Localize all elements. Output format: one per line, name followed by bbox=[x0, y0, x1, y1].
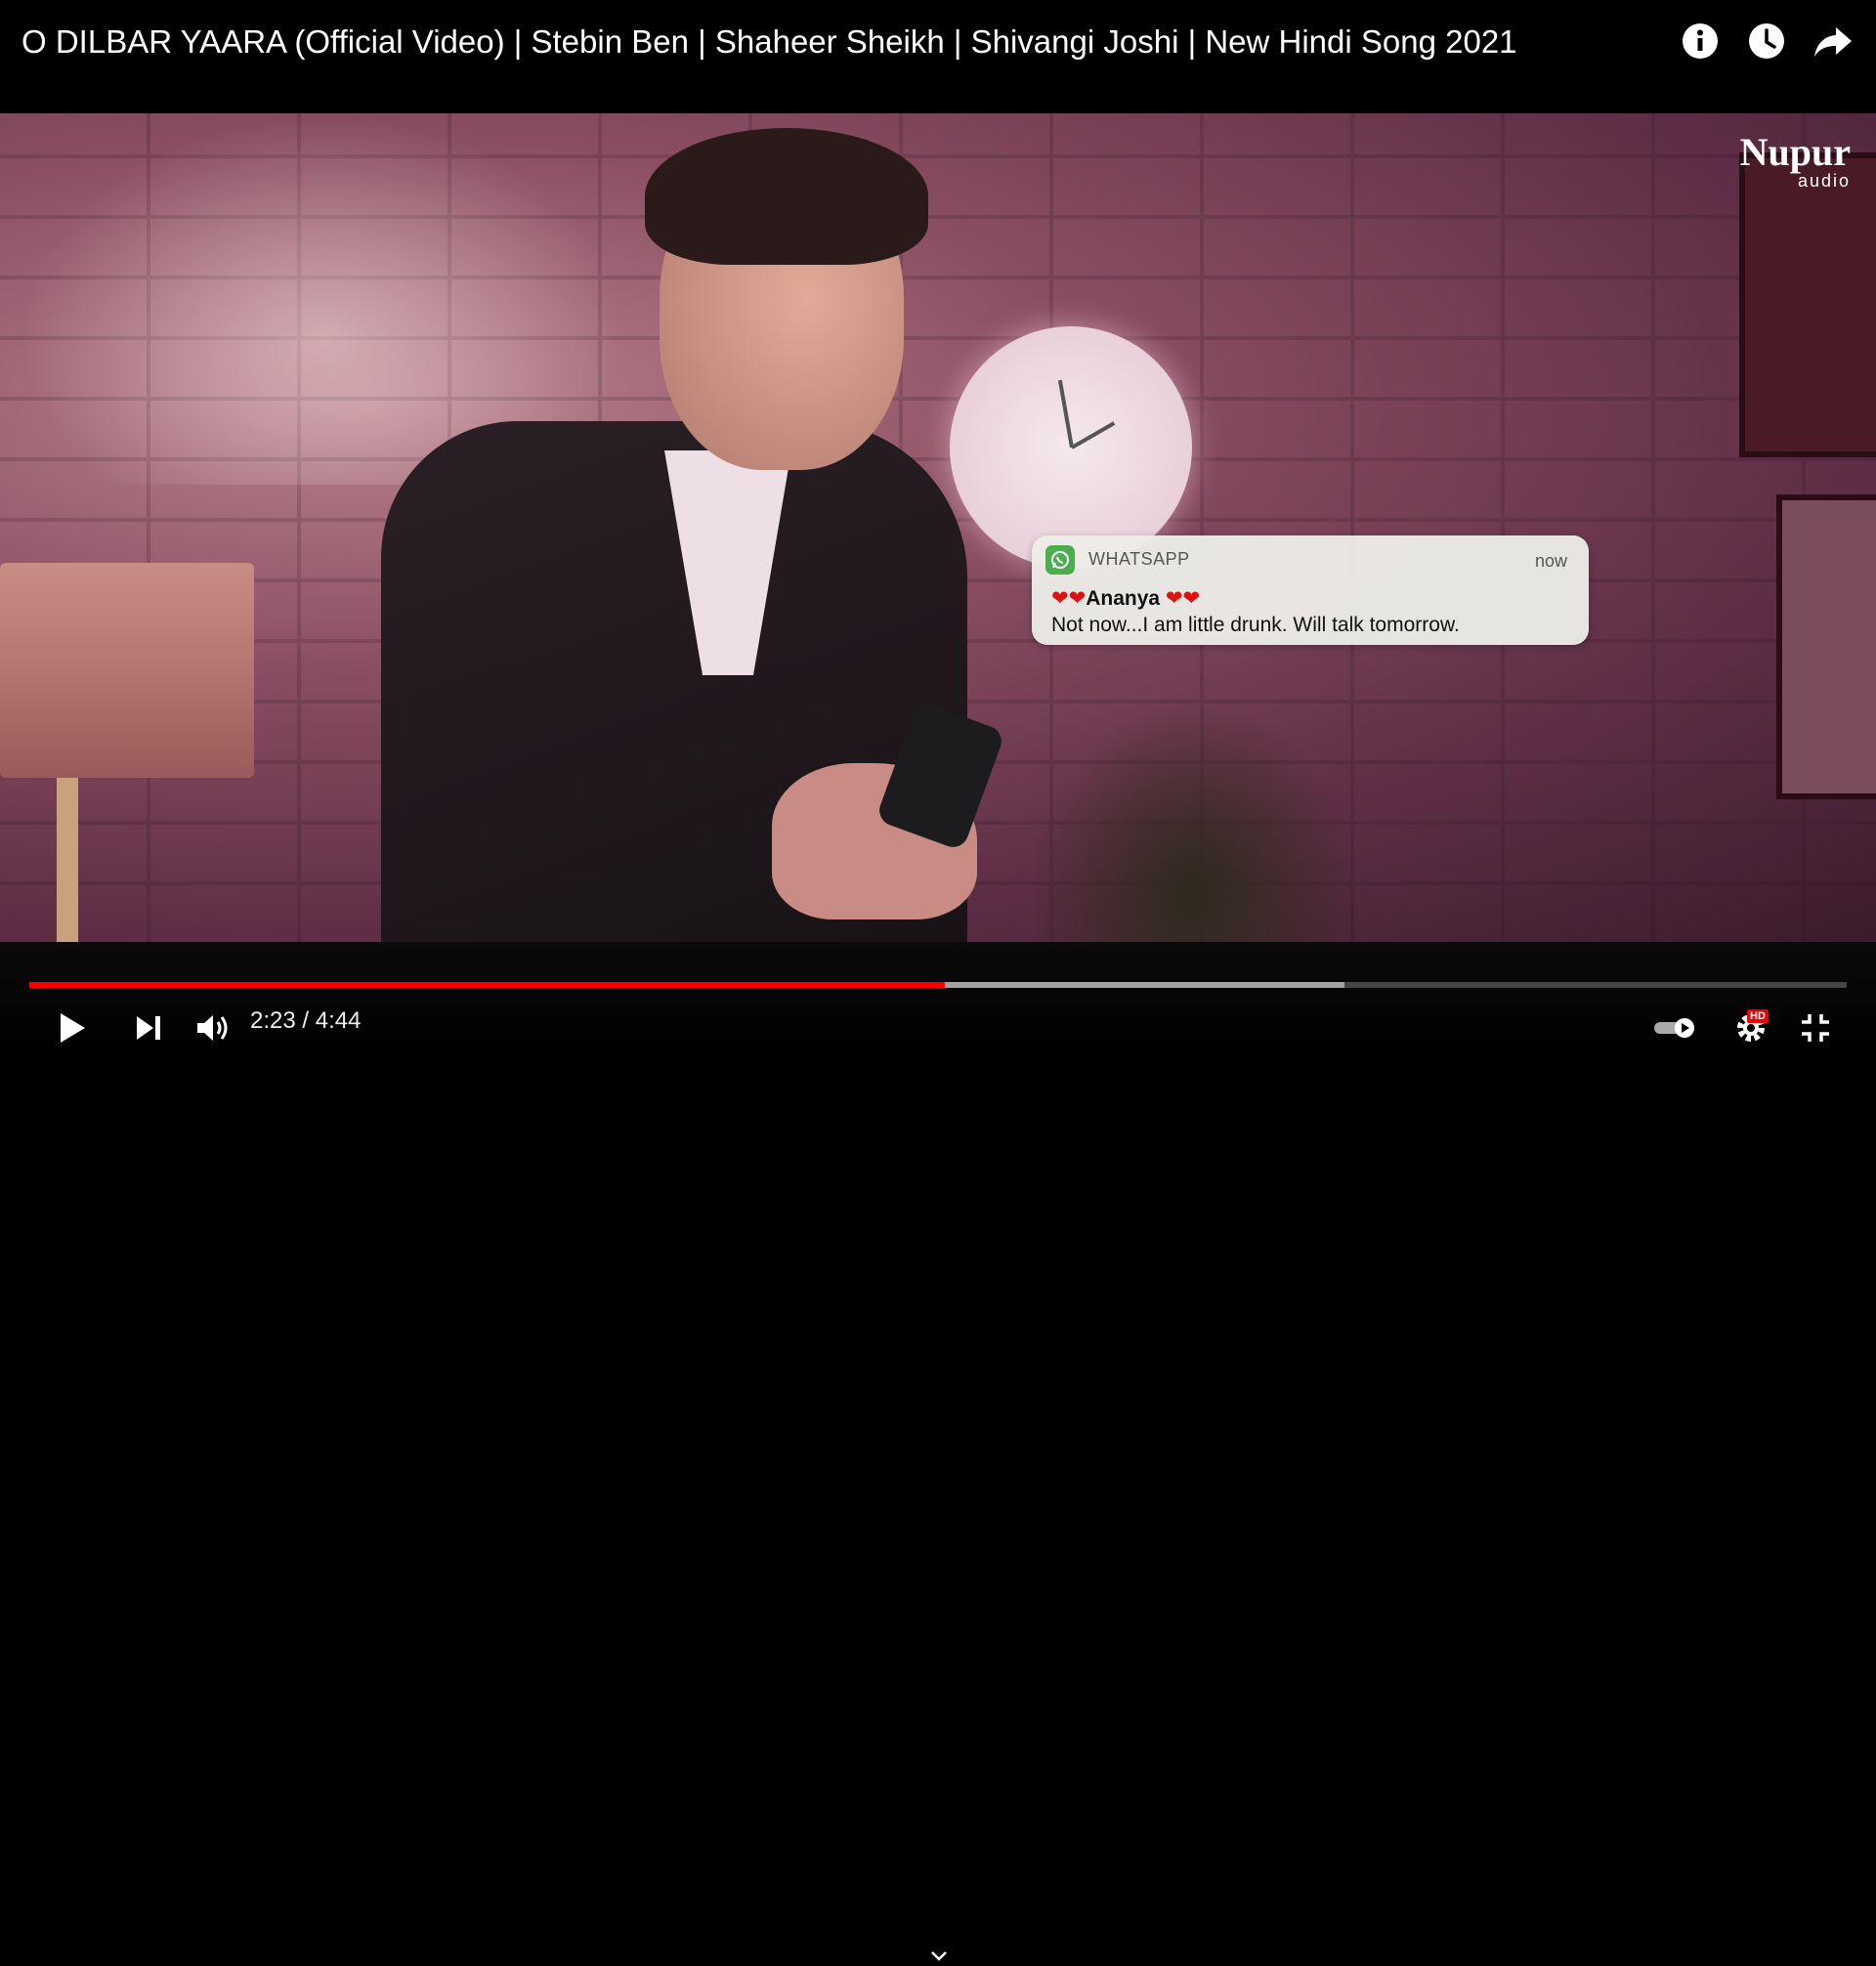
time-display: 2:23 / 4:44 bbox=[250, 1007, 362, 1034]
watch-later-icon[interactable] bbox=[1745, 20, 1788, 63]
man-with-phone bbox=[381, 128, 1006, 942]
clock-hour-hand bbox=[1057, 379, 1074, 449]
video-frame[interactable]: Nupur audio WHATSAPP now ❤❤Ananya ❤❤ Not… bbox=[0, 113, 1876, 942]
top-icons bbox=[1679, 20, 1855, 63]
hearts-left: ❤❤ bbox=[1051, 587, 1087, 610]
hd-badge: HD bbox=[1747, 1009, 1769, 1023]
lamp-pole bbox=[57, 778, 78, 942]
info-icon[interactable] bbox=[1679, 20, 1722, 63]
share-icon[interactable] bbox=[1812, 20, 1855, 63]
watermark-name: Nupur bbox=[1739, 130, 1851, 174]
notification-message: Not now...I am little drunk. Will talk t… bbox=[1051, 614, 1460, 636]
exit-fullscreen-icon[interactable] bbox=[1794, 1008, 1837, 1047]
channel-watermark: Nupur audio bbox=[1739, 130, 1851, 191]
next-button[interactable] bbox=[129, 1008, 168, 1047]
top-bar: O DILBAR YAARA (Official Video) | Stebin… bbox=[0, 0, 1876, 113]
played-bar bbox=[29, 982, 945, 988]
plant bbox=[1026, 700, 1358, 942]
notification-sender: ❤❤Ananya ❤❤ bbox=[1051, 586, 1200, 611]
notification-app-name: WHATSAPP bbox=[1088, 549, 1190, 569]
wall-frame bbox=[1776, 494, 1876, 799]
play-button[interactable] bbox=[53, 1008, 92, 1047]
hearts-right: ❤❤ bbox=[1165, 587, 1201, 610]
progress-bar[interactable] bbox=[29, 982, 1847, 988]
volume-button[interactable] bbox=[192, 1008, 234, 1047]
clock-minute-hand bbox=[1071, 421, 1116, 449]
watermark-sub: audio bbox=[1797, 171, 1851, 191]
hair bbox=[645, 128, 928, 265]
sender-name: Ananya bbox=[1086, 587, 1161, 610]
lamp-shade bbox=[0, 563, 254, 778]
player-controls bbox=[0, 942, 1876, 1961]
whatsapp-notification: WHATSAPP now ❤❤Ananya ❤❤ Not now...I am … bbox=[1032, 535, 1589, 645]
autoplay-toggle[interactable] bbox=[1651, 1008, 1698, 1047]
notification-time: now bbox=[1534, 551, 1567, 571]
chevron-down-icon[interactable] bbox=[926, 1946, 952, 1966]
whatsapp-icon bbox=[1045, 545, 1075, 575]
wall-frame bbox=[1739, 152, 1876, 457]
video-title[interactable]: O DILBAR YAARA (Official Video) | Stebin… bbox=[21, 23, 1517, 61]
